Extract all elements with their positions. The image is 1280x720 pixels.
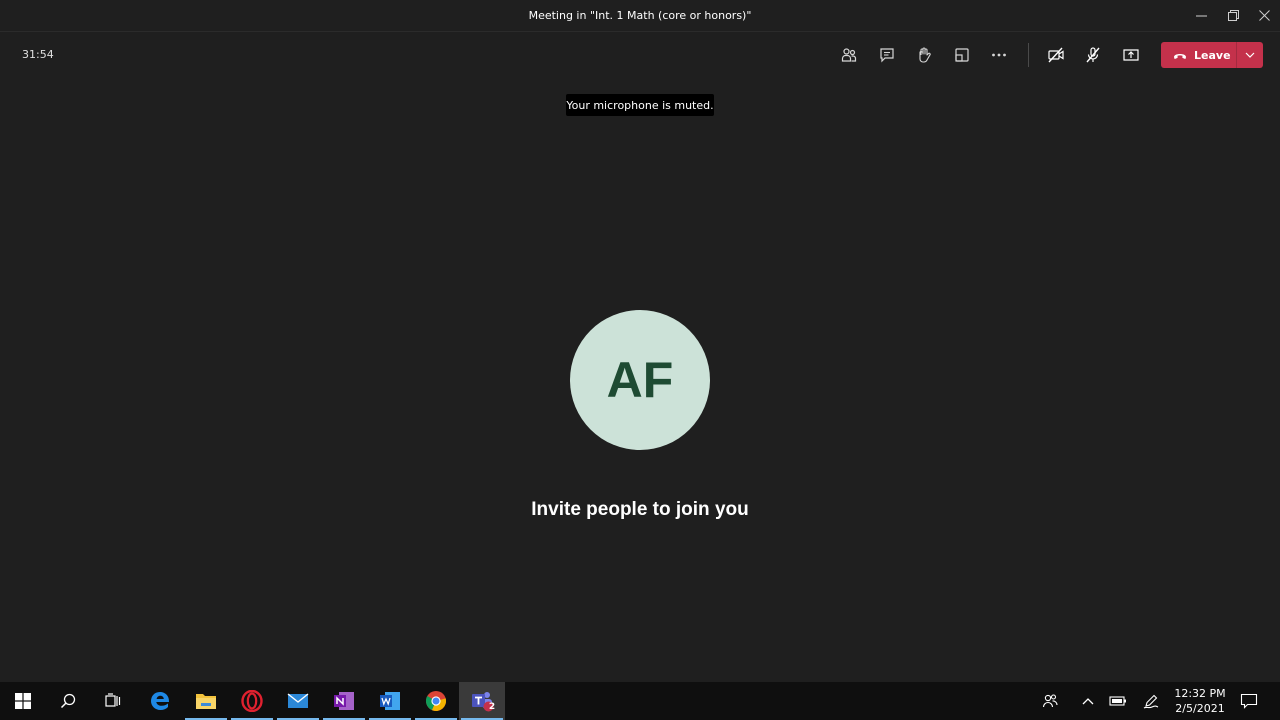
battery-icon — [1109, 696, 1126, 706]
share-screen-icon — [1123, 49, 1139, 61]
breakout-rooms-icon — [955, 48, 969, 62]
raise-hand-icon — [919, 47, 931, 63]
notification-icon — [1240, 693, 1258, 709]
edge-icon — [151, 692, 170, 710]
participants-button[interactable] — [837, 43, 861, 67]
chevron-down-icon — [1245, 52, 1255, 58]
chevron-up-icon — [1082, 698, 1094, 705]
file-explorer-icon — [196, 694, 216, 709]
close-button[interactable] — [1249, 4, 1279, 26]
search-icon — [60, 693, 76, 709]
toolbar-divider — [1028, 43, 1029, 67]
clock-time: 12:32 PM — [1174, 687, 1226, 700]
word-icon — [380, 692, 400, 710]
mic-toggle-button[interactable] — [1081, 43, 1105, 67]
camera-off-icon — [1048, 47, 1064, 63]
opera-icon — [241, 690, 263, 712]
title-bar: Meeting in "Int. 1 Math (core or honors)… — [0, 0, 1280, 32]
leave-button[interactable]: Leave — [1161, 42, 1236, 68]
avatar: AF — [570, 310, 710, 450]
camera-toggle-button[interactable] — [1044, 43, 1068, 67]
leave-button-group: Leave — [1161, 42, 1263, 68]
chat-icon — [880, 48, 894, 63]
mail-app[interactable] — [275, 682, 321, 720]
mail-icon — [287, 693, 309, 708]
onenote-icon — [334, 692, 354, 710]
restore-button[interactable] — [1218, 4, 1248, 26]
people-icon — [1042, 694, 1058, 708]
onenote-app[interactable] — [321, 682, 367, 720]
opera-app[interactable] — [229, 682, 275, 720]
task-view-button[interactable] — [90, 682, 136, 720]
start-button[interactable] — [0, 682, 46, 720]
show-hidden-icons-button[interactable] — [1078, 691, 1098, 711]
minimize-button[interactable] — [1186, 4, 1216, 26]
chrome-icon — [425, 691, 447, 711]
task-view-icon — [105, 693, 121, 707]
pen-icon — [1143, 694, 1159, 709]
chrome-app[interactable] — [413, 682, 459, 720]
meeting-timer: 31:54 — [22, 48, 54, 61]
more-options-button[interactable] — [987, 43, 1011, 67]
teams-badge: 2 — [488, 702, 496, 712]
search-button[interactable] — [45, 682, 91, 720]
windows-start-icon — [15, 693, 31, 709]
chat-button[interactable] — [875, 43, 899, 67]
pen-workspace-button[interactable] — [1141, 691, 1161, 711]
share-screen-button[interactable] — [1119, 43, 1143, 67]
notifications-button[interactable] — [1239, 691, 1259, 711]
invite-prompt: Invite people to join you — [531, 499, 749, 520]
teams-app[interactable]: 2 — [459, 682, 505, 720]
restore-icon — [1227, 9, 1239, 21]
leave-options-button[interactable] — [1237, 52, 1263, 58]
close-icon — [1258, 9, 1270, 21]
meeting-control-bar: 31:54 Leave — [0, 32, 1280, 77]
battery-button[interactable] — [1108, 691, 1128, 711]
minimize-icon — [1195, 15, 1207, 16]
breakout-rooms-button[interactable] — [950, 43, 974, 67]
participants-icon — [841, 48, 857, 62]
leave-label: Leave — [1194, 48, 1231, 62]
edge-app[interactable] — [137, 682, 183, 720]
clock-date: 2/5/2021 — [1175, 702, 1225, 715]
more-options-icon — [992, 53, 1006, 57]
windows-taskbar: 2 12:32 PM 2/5/2021 — [0, 682, 1280, 720]
mic-off-icon — [1086, 47, 1100, 63]
people-button[interactable] — [1040, 691, 1060, 711]
window-title: Meeting in "Int. 1 Math (core or honors)… — [528, 9, 752, 22]
raise-hand-button[interactable] — [912, 43, 936, 67]
word-app[interactable] — [367, 682, 413, 720]
mic-muted-toast: Your microphone is muted. — [566, 94, 714, 116]
system-clock[interactable]: 12:32 PM 2/5/2021 — [1170, 686, 1230, 716]
file-explorer-app[interactable] — [183, 682, 229, 720]
phone-hangup-icon — [1174, 53, 1186, 59]
